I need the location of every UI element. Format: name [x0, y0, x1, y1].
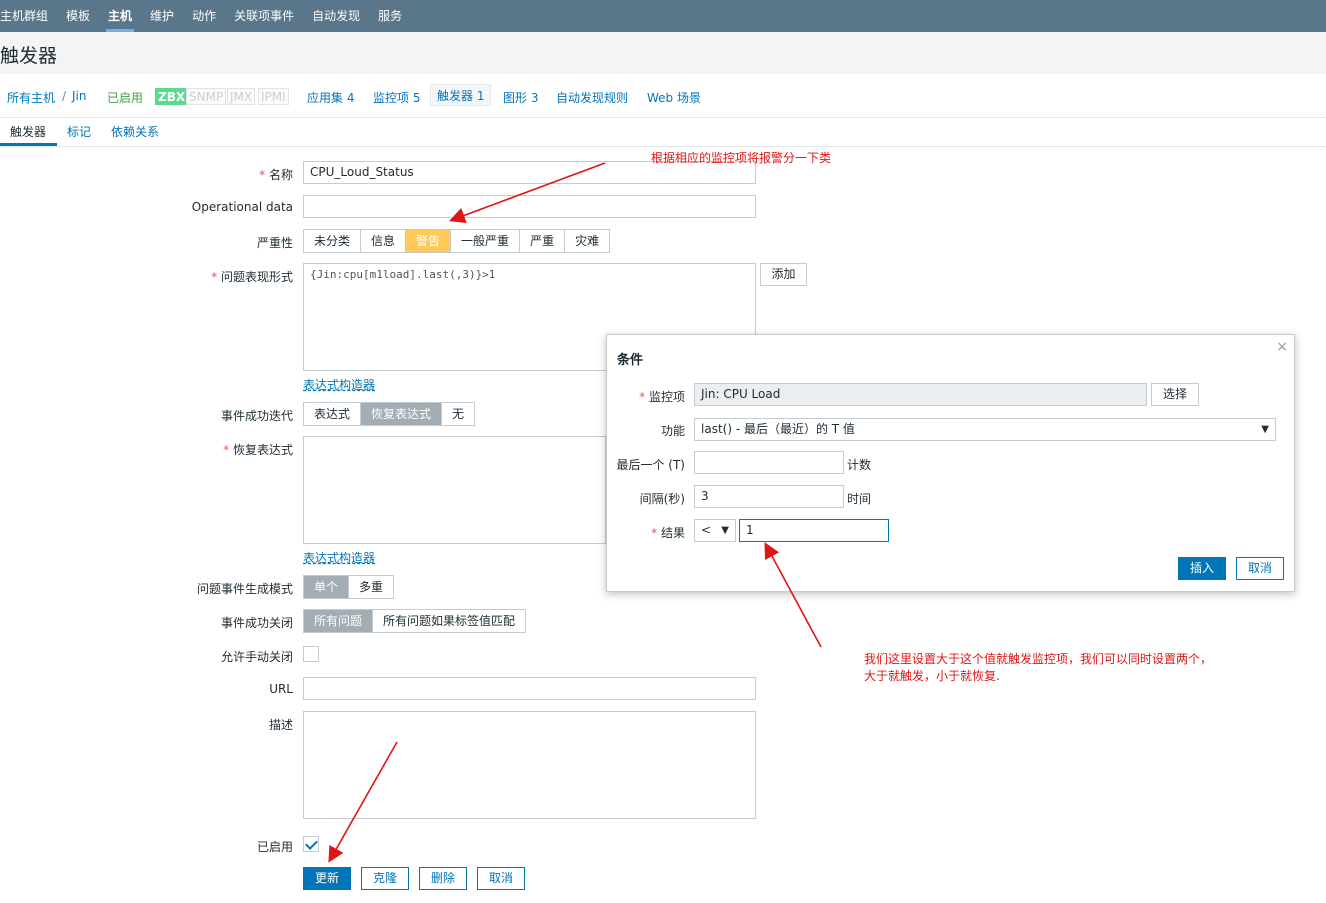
- tab-tags[interactable]: 标记: [67, 123, 91, 140]
- dialog-item-input[interactable]: Jin: CPU Load: [694, 383, 1147, 406]
- link-web-scenarios[interactable]: Web 场景: [647, 89, 701, 106]
- link-applications[interactable]: 应用集 4: [307, 89, 354, 106]
- nav-templates[interactable]: 模板: [57, 0, 99, 32]
- annotation-result-line1: 我们这里设置大于这个值就触发监控项，我们可以同时设置两个，: [864, 652, 1213, 666]
- tab-trigger[interactable]: 触发器: [10, 123, 46, 140]
- nav-actions[interactable]: 动作: [183, 0, 225, 32]
- nav-maintenance[interactable]: 维护: [141, 0, 183, 32]
- description-label: 描述: [268, 718, 293, 732]
- clone-button[interactable]: 克隆: [361, 867, 409, 890]
- recovery-builder-link[interactable]: 表达式构造器: [303, 549, 375, 566]
- breadcrumb-separator: /: [62, 89, 67, 103]
- dialog-last-input[interactable]: [694, 451, 844, 474]
- nav-correlation[interactable]: 关联项事件: [225, 0, 303, 32]
- ok-close-tag-match[interactable]: 所有问题如果标签值匹配: [373, 610, 525, 632]
- dialog-item-label: * 监控项: [639, 390, 685, 404]
- gen-mode-label: 问题事件生成模式: [196, 582, 293, 596]
- breadcrumb-all-hosts[interactable]: 所有主机: [7, 89, 55, 106]
- dialog-function-select[interactable]: last() - 最后（最近）的 T 值 ▼: [694, 418, 1276, 441]
- dialog-function-value: last() - 最后（最近）的 T 值: [701, 422, 855, 436]
- annotation-severity: 根据相应的监控项将报警分一下类: [651, 151, 832, 165]
- ok-event-label: 事件成功迭代: [220, 409, 293, 423]
- ok-event-expression[interactable]: 表达式: [304, 403, 362, 425]
- ok-close-selector: 所有问题 所有问题如果标签值匹配: [303, 609, 527, 633]
- dialog-interval-unit: 时间: [847, 492, 872, 506]
- dialog-select-button[interactable]: 选择: [1151, 383, 1199, 406]
- availability-jmx: JMX: [227, 88, 256, 105]
- active-tab-indicator: [0, 143, 57, 146]
- add-expression-button[interactable]: 添加: [760, 263, 807, 286]
- gen-mode-selector: 单个 多重: [303, 575, 395, 599]
- chevron-down-icon: ▼: [1261, 424, 1269, 435]
- severity-selector: 未分类 信息 警告 一般严重 严重 灾难: [303, 229, 611, 253]
- link-discovery-rules[interactable]: 自动发现规则: [556, 89, 628, 106]
- top-navigation: 主机群组 模板 主机 维护 动作 关联项事件 自动发现 服务: [0, 0, 1326, 32]
- ok-event-recovery-expression[interactable]: 恢复表达式: [361, 403, 443, 425]
- manual-close-label: 允许手动关闭: [220, 650, 293, 664]
- ok-close-label: 事件成功关闭: [220, 616, 293, 630]
- nav-hosts[interactable]: 主机: [99, 0, 141, 32]
- nav-host-groups[interactable]: 主机群组: [0, 0, 57, 32]
- enabled-checkbox[interactable]: [303, 836, 319, 852]
- gen-mode-multiple[interactable]: 多重: [349, 576, 393, 598]
- ok-close-all[interactable]: 所有问题: [304, 610, 374, 632]
- availability-ipmi: IPMI: [258, 88, 289, 105]
- dialog-title: 条件: [617, 353, 644, 368]
- severity-warning[interactable]: 警告: [406, 230, 452, 252]
- cancel-button[interactable]: 取消: [477, 867, 525, 890]
- ok-event-selector: 表达式 恢复表达式 无: [303, 402, 476, 426]
- availability-zbx: ZBX: [155, 88, 189, 105]
- delete-button[interactable]: 删除: [419, 867, 467, 890]
- opdata-input[interactable]: [303, 195, 756, 218]
- title-bar: [0, 32, 1326, 74]
- expression-label: * 问题表现形式: [211, 270, 293, 284]
- availability-snmp: SNMP: [186, 88, 227, 105]
- breadcrumb-host[interactable]: Jin: [72, 89, 86, 103]
- dialog-result-label: * 结果: [651, 526, 685, 540]
- annotation-result-line2: 大于就触发，小于就恢复.: [864, 669, 1000, 683]
- dialog-last-label: 最后一个 (T): [616, 458, 685, 472]
- dialog-operator-value: <: [701, 523, 712, 537]
- dialog-interval-input[interactable]: 3: [694, 485, 844, 508]
- severity-high[interactable]: 严重: [520, 230, 566, 252]
- host-breadcrumb-bar: 所有主机 / Jin 已启用 ZBX SNMP JMX IPMI 应用集 4 监…: [0, 74, 1326, 118]
- gen-mode-single[interactable]: 单个: [304, 576, 350, 598]
- severity-label: 严重性: [256, 236, 293, 250]
- link-graphs[interactable]: 图形 3: [503, 89, 538, 106]
- recovery-textarea[interactable]: [303, 436, 606, 544]
- severity-information[interactable]: 信息: [361, 230, 407, 252]
- host-status-enabled[interactable]: 已启用: [107, 89, 143, 106]
- enabled-label: 已启用: [256, 840, 293, 854]
- form-tabs: 触发器 标记 依赖关系: [0, 118, 1326, 147]
- chevron-down-icon: ▼: [721, 525, 729, 536]
- dialog-last-unit: 计数: [847, 458, 872, 472]
- dialog-operator-select[interactable]: < ▼: [694, 519, 736, 542]
- opdata-label: Operational data: [191, 200, 293, 214]
- link-triggers[interactable]: 触发器 1: [430, 84, 492, 106]
- recovery-label: * 恢复表达式: [223, 443, 293, 457]
- url-label: URL: [269, 682, 293, 696]
- severity-average[interactable]: 一般严重: [451, 230, 521, 252]
- nav-discovery[interactable]: 自动发现: [303, 0, 369, 32]
- url-input[interactable]: [303, 677, 756, 700]
- name-label: * 名称: [259, 168, 293, 182]
- severity-not-classified[interactable]: 未分类: [304, 230, 362, 252]
- dialog-result-input[interactable]: 1: [739, 519, 889, 542]
- manual-close-checkbox[interactable]: [303, 646, 319, 662]
- dialog-interval-label: 间隔(秒): [639, 492, 685, 506]
- dialog-insert-button[interactable]: 插入: [1178, 557, 1226, 580]
- severity-disaster[interactable]: 灾难: [565, 230, 609, 252]
- tab-dependencies[interactable]: 依赖关系: [111, 123, 159, 140]
- dialog-cancel-button[interactable]: 取消: [1236, 557, 1284, 580]
- expression-builder-link[interactable]: 表达式构造器: [303, 376, 375, 393]
- ok-event-none[interactable]: 无: [442, 403, 474, 425]
- dialog-function-label: 功能: [660, 424, 685, 438]
- update-button[interactable]: 更新: [303, 867, 351, 890]
- description-textarea[interactable]: [303, 711, 756, 819]
- dialog-close-icon[interactable]: ×: [1276, 339, 1288, 355]
- condition-dialog: 条件 × * 监控项 Jin: CPU Load 选择 功能 last() - …: [606, 334, 1295, 592]
- link-items[interactable]: 监控项 5: [373, 89, 420, 106]
- nav-services[interactable]: 服务: [369, 0, 411, 32]
- page-title: 触发器: [0, 45, 58, 67]
